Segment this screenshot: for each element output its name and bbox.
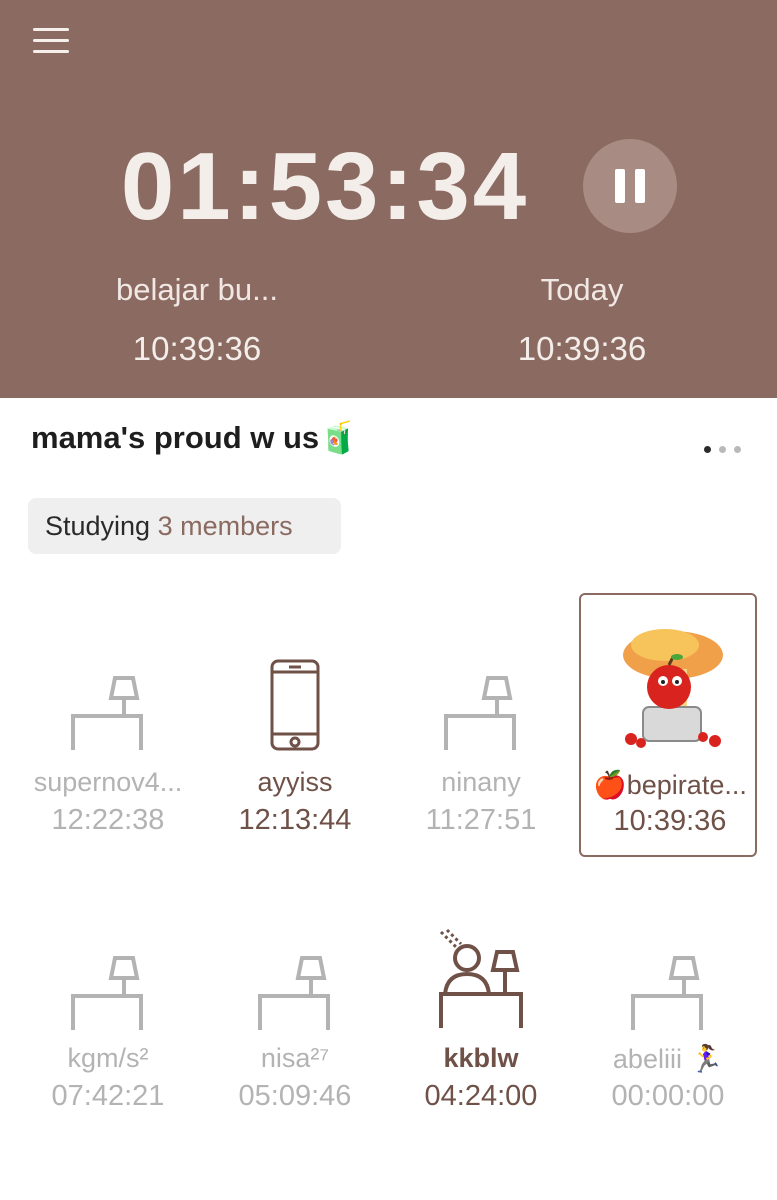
member-time: 11:27:51: [425, 804, 537, 836]
member-name: ninany: [441, 767, 521, 797]
member-name: nisa²⁷: [260, 1043, 330, 1073]
member-card[interactable]: ayyiss 12:13:44: [206, 594, 384, 856]
desk-lamp-icon: [19, 670, 197, 770]
member-time: 05:09:46: [238, 1080, 352, 1112]
member-name: 🍎bepirate...: [593, 770, 747, 800]
desk-lamp-icon: [206, 950, 384, 1050]
group-title: mama's proud w us🧃: [31, 420, 358, 455]
today-time: 10:39:36: [517, 330, 647, 367]
member-name: kkblw: [443, 1043, 519, 1073]
member-card[interactable]: abeliii 🏃‍♀️ 00:00:00: [579, 874, 757, 1136]
member-card[interactable]: kgm/s² 07:42:21: [19, 874, 197, 1136]
member-name: kgm/s²: [67, 1043, 149, 1073]
hamburger-menu-icon[interactable]: [33, 28, 73, 60]
member-time: 12:22:38: [51, 804, 165, 836]
status-label: Studying: [45, 511, 151, 541]
member-name: ayyiss: [257, 767, 333, 797]
member-name: abeliii 🏃‍♀️: [612, 1044, 724, 1074]
more-options-icon[interactable]: [700, 438, 746, 460]
timer-header: 01:53:34 belajar bu... 10:39:36 Today 10…: [0, 0, 777, 398]
member-card[interactable]: ninany 11:27:51: [392, 594, 570, 856]
subject-label: belajar bu...: [116, 272, 278, 307]
pause-icon: [615, 169, 625, 203]
apple-avatar-icon: [581, 621, 759, 755]
member-card[interactable]: nisa²⁷ 05:09:46: [206, 874, 384, 1136]
phone-icon: [206, 658, 384, 758]
member-time: 04:24:00: [424, 1080, 538, 1112]
desk-lamp-icon: [392, 670, 570, 770]
member-card[interactable]: kkblw 04:24:00: [392, 874, 570, 1136]
today-label: Today: [540, 272, 624, 307]
member-card[interactable]: supernov4... 12:22:38: [19, 594, 197, 856]
desk-lamp-icon: [579, 950, 757, 1050]
subject-stat[interactable]: belajar bu... 10:39:36: [47, 272, 347, 368]
person-studying-icon: [392, 928, 570, 1032]
member-card-self[interactable]: 🍎bepirate... 10:39:36: [579, 593, 757, 857]
desk-lamp-icon: [19, 950, 197, 1050]
pause-button[interactable]: [583, 139, 677, 233]
member-time: 07:42:21: [51, 1080, 165, 1112]
studying-status-chip[interactable]: Studying 3 members: [28, 498, 341, 554]
member-time: 10:39:36: [613, 805, 727, 837]
member-time: 12:13:44: [238, 804, 352, 836]
member-count: 3 members: [157, 511, 293, 541]
member-name: supernov4...: [33, 767, 183, 797]
subject-time: 10:39:36: [132, 330, 262, 367]
today-stat: Today 10:39:36: [432, 272, 732, 368]
member-time: 00:00:00: [611, 1080, 725, 1112]
elapsed-timer: 01:53:34: [120, 133, 530, 240]
